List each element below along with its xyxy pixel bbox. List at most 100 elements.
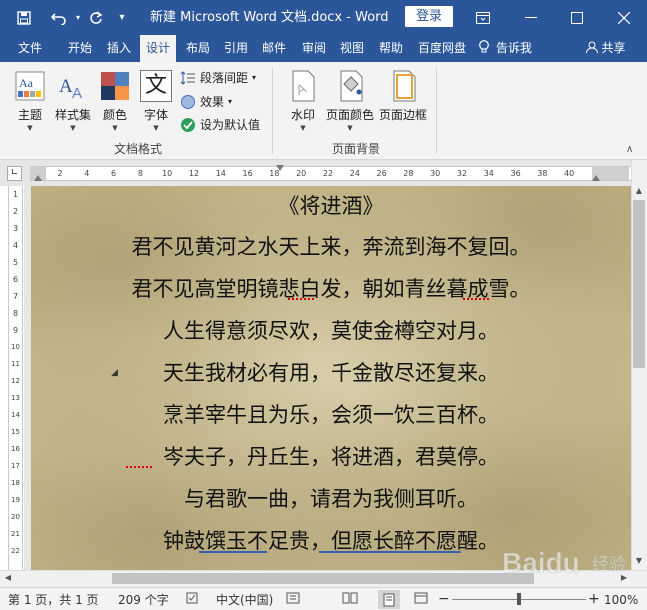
zoom-out-icon[interactable]: − bbox=[438, 592, 450, 606]
page-color-icon bbox=[340, 70, 363, 102]
scroll-up-icon[interactable]: ▲ bbox=[633, 186, 645, 198]
web-layout-icon[interactable] bbox=[414, 592, 428, 608]
ruler-number: 21 bbox=[11, 530, 20, 538]
undo-icon[interactable] bbox=[46, 8, 72, 28]
fonts-button[interactable]: 文 字体 ▼ bbox=[136, 68, 176, 132]
chevron-down-icon: ▼ bbox=[27, 124, 33, 132]
ribbon: Aa 主题 ▼ A A 样式集 ▼ 颜色 ▼ 文 字体 ▼ 段落间距 ▾ 效果 bbox=[0, 62, 647, 160]
baidu-watermark-logo: Baidu 经验 bbox=[502, 547, 627, 579]
maximize-icon[interactable] bbox=[554, 0, 600, 35]
chevron-down-icon: ▼ bbox=[112, 124, 118, 132]
tab-file[interactable]: 文件 bbox=[8, 35, 52, 62]
ruler-number: 14 bbox=[215, 169, 226, 178]
svg-text:A: A bbox=[72, 85, 82, 102]
paragraph-spacing-button[interactable]: 段落间距 ▾ bbox=[180, 68, 256, 88]
print-layout-icon[interactable] bbox=[378, 590, 400, 609]
ruler-number: 16 bbox=[11, 445, 20, 453]
ribbon-display-options-icon[interactable] bbox=[460, 0, 506, 35]
themes-icon: Aa bbox=[15, 71, 45, 101]
grammar-mark bbox=[319, 551, 461, 553]
close-icon[interactable] bbox=[601, 0, 647, 35]
set-default-label: 设为默认值 bbox=[200, 118, 261, 132]
login-button[interactable]: 登录 bbox=[405, 6, 453, 27]
left-indent-marker-icon[interactable] bbox=[34, 175, 42, 181]
tab-insert[interactable]: 插入 bbox=[100, 35, 138, 62]
language-indicator[interactable]: 中文(中国) bbox=[216, 592, 273, 608]
page-count[interactable]: 第 1 页，共 1 页 bbox=[8, 592, 99, 608]
redo-icon[interactable] bbox=[86, 8, 106, 28]
tab-design[interactable]: 设计 bbox=[140, 35, 176, 62]
customize-toolbar-icon[interactable]: ▾ bbox=[114, 8, 130, 28]
horizontal-ruler[interactable]: 2 4 6 8 10 12 14 16 18 20 22 24 26 28 30 32 34 36 38 40 bbox=[30, 165, 631, 181]
watermark-button[interactable]: A 水印 ▼ bbox=[282, 68, 324, 132]
right-indent-marker-icon[interactable] bbox=[592, 175, 600, 181]
share-button[interactable]: 共享 bbox=[576, 35, 636, 62]
tab-baidu-netdisk[interactable]: 百度网盘 bbox=[412, 35, 472, 62]
zoom-in-icon[interactable]: + bbox=[588, 592, 600, 606]
set-default-button[interactable]: 设为默认值 bbox=[180, 115, 260, 135]
minimize-icon[interactable] bbox=[508, 0, 554, 35]
poem-line: 人生得意须尽欢，莫使金樽空对月。 bbox=[163, 319, 499, 343]
chevron-down-icon: ▼ bbox=[300, 124, 306, 132]
effects-label: 效果 bbox=[200, 95, 225, 109]
colors-button[interactable]: 颜色 ▼ bbox=[94, 68, 136, 132]
zoom-level[interactable]: 100% bbox=[604, 592, 638, 608]
chevron-down-icon: ▾ bbox=[228, 97, 233, 106]
ruler-number: 14 bbox=[11, 411, 20, 419]
svg-text:Aa: Aa bbox=[19, 76, 34, 90]
ruler-number: 24 bbox=[349, 169, 360, 178]
page-color-button[interactable]: 页面颜色 ▼ bbox=[324, 68, 376, 132]
tab-selector-icon[interactable]: ∟ bbox=[7, 166, 22, 181]
ruler-number: 13 bbox=[11, 394, 20, 402]
collapse-ribbon-icon[interactable]: ∧ bbox=[626, 144, 633, 155]
scroll-left-icon[interactable]: ◀ bbox=[2, 573, 14, 585]
zoom-slider-thumb[interactable] bbox=[517, 593, 521, 605]
checkmark-icon bbox=[181, 118, 195, 132]
vertical-ruler[interactable]: 1 2 3 4 5 6 7 8 9 10 11 12 13 14 15 16 17 18 19 20 21 22 bbox=[8, 186, 23, 570]
tell-me-search[interactable]: 告诉我 bbox=[478, 35, 552, 62]
poem-line: 君不见黄河之水天上来，奔流到海不复回。 bbox=[131, 235, 531, 259]
tab-home[interactable]: 开始 bbox=[58, 35, 102, 62]
ruler-number: 8 bbox=[12, 309, 19, 318]
vertical-scroll-thumb[interactable] bbox=[633, 200, 645, 368]
horizontal-scroll-thumb[interactable] bbox=[112, 573, 534, 584]
first-line-indent-marker-icon[interactable] bbox=[276, 165, 284, 171]
proofing-icon[interactable] bbox=[186, 592, 200, 608]
paragraph-spacing-label: 段落间距 bbox=[200, 71, 249, 85]
spelling-mark bbox=[126, 465, 152, 468]
document-title: 新建 Microsoft Word 文档.docx - Word bbox=[150, 10, 389, 25]
tab-help[interactable]: 帮助 bbox=[372, 35, 410, 62]
tab-view[interactable]: 视图 bbox=[334, 35, 370, 62]
ribbon-tab-bar: 文件 开始 插入 设计 布局 引用 邮件 审阅 视图 帮助 百度网盘 告诉我 共… bbox=[0, 35, 647, 62]
ruler-number: 20 bbox=[296, 169, 307, 178]
ruler-number: 12 bbox=[188, 169, 200, 178]
document-page[interactable]: 《将进酒》 君不见黄河之水天上来，奔流到海不复回。 君不见高堂明镜悲白发，朝如青… bbox=[31, 186, 631, 570]
style-set-button[interactable]: A A 样式集 ▼ bbox=[52, 68, 94, 132]
undo-dropdown-icon[interactable]: ▾ bbox=[72, 8, 84, 28]
chevron-down-icon: ▼ bbox=[153, 124, 159, 132]
svg-text:Baidu: Baidu bbox=[502, 547, 580, 578]
ruler-number: 8 bbox=[137, 169, 143, 178]
title-bar: ▾ ▾ 新建 Microsoft Word 文档.docx - Word 登录 bbox=[0, 0, 647, 35]
tab-review[interactable]: 审阅 bbox=[296, 35, 332, 62]
themes-button[interactable]: Aa 主题 ▼ bbox=[8, 68, 52, 132]
tab-layout[interactable]: 布局 bbox=[179, 35, 217, 62]
paragraph-spacing-icon bbox=[180, 71, 195, 85]
effects-button[interactable]: 效果 ▾ bbox=[180, 92, 232, 112]
tab-mailings[interactable]: 邮件 bbox=[256, 35, 292, 62]
effects-icon bbox=[181, 95, 195, 109]
page-borders-button[interactable]: 页面边框 bbox=[376, 68, 430, 132]
accessibility-icon[interactable] bbox=[286, 592, 300, 608]
watermark-label: 水印 bbox=[290, 108, 315, 122]
word-count[interactable]: 209 个字 bbox=[118, 592, 169, 608]
read-mode-icon[interactable] bbox=[342, 592, 358, 608]
ruler-number: 9 bbox=[12, 326, 19, 335]
save-icon[interactable] bbox=[12, 8, 36, 28]
ruler-number: 38 bbox=[537, 169, 548, 178]
fonts-label: 字体 bbox=[143, 108, 168, 122]
tab-references[interactable]: 引用 bbox=[218, 35, 254, 62]
ruler-number: 4 bbox=[12, 241, 19, 250]
group-separator bbox=[436, 68, 437, 154]
ruler-number: 2 bbox=[57, 169, 63, 178]
poem-line: 岑夫子，丹丘生，将进酒，君莫停。 bbox=[163, 445, 499, 469]
